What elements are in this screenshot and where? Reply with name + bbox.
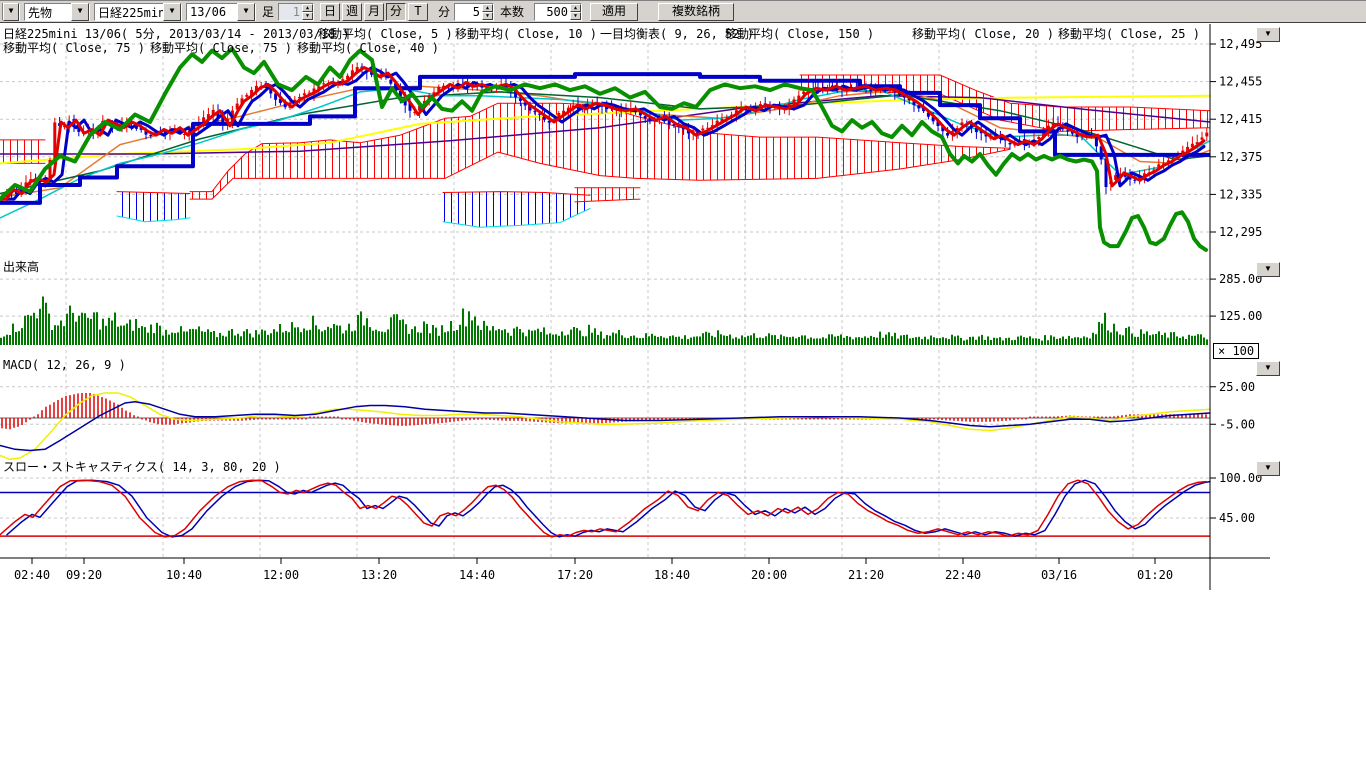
chart-canvas: 12,49512,45512,41512,37512,33512,295285.… [0, 0, 1366, 768]
legend-ma75-b: 移動平均( Close, 75 ) [150, 39, 292, 56]
time-axis-label: 01:20 [1137, 568, 1173, 582]
legend-ma20: 移動平均( Close, 20 ) [912, 25, 1054, 42]
volume-panel-label: 出来高 [3, 258, 39, 275]
time-axis-label: 09:20 [66, 568, 102, 582]
stoch-panel-label: スロー・ストキャスティクス( 14, 3, 80, 20 ) [3, 458, 281, 475]
volume-panel-menu-button[interactable]: ▼ [1256, 262, 1280, 277]
legend-ma10: 移動平均( Close, 10 ) [455, 25, 597, 42]
legend-ma150: 移動平均( Close, 150 ) [725, 25, 874, 42]
legend-ma40: 移動平均( Close, 40 ) [297, 39, 439, 56]
time-axis-label: 10:40 [166, 568, 202, 582]
time-axis-label: 14:40 [459, 568, 495, 582]
macd-tick-label: 25.00 [1219, 380, 1255, 394]
time-axis-label: 03/16 [1041, 568, 1077, 582]
price-tick-label: 12,295 [1219, 225, 1262, 239]
macd-tick-label: -5.00 [1219, 417, 1255, 431]
time-axis-label: 17:20 [557, 568, 593, 582]
time-axis-label: 13:20 [361, 568, 397, 582]
time-axis-label: 12:00 [263, 568, 299, 582]
time-axis-label: 20:00 [751, 568, 787, 582]
price-tick-label: 12,375 [1219, 150, 1262, 164]
price-tick-label: 12,415 [1219, 112, 1262, 126]
chart-application-window: { "toolbar": { "mini_combo_arrow": "▼", … [0, 0, 1366, 768]
macd-panel-menu-button[interactable]: ▼ [1256, 361, 1280, 376]
volume-tick-label: 125.00 [1219, 309, 1262, 323]
legend-ma75-a: 移動平均( Close, 75 ) [3, 39, 145, 56]
stoch-panel-menu-button[interactable]: ▼ [1256, 461, 1280, 476]
time-axis-label: 21:20 [848, 568, 884, 582]
time-axis-label: 22:40 [945, 568, 981, 582]
price-panel-menu-button[interactable]: ▼ [1256, 27, 1280, 42]
macd-panel-label: MACD( 12, 26, 9 ) [3, 358, 126, 372]
time-axis-label: 18:40 [654, 568, 690, 582]
time-axis-label: 02:40 [14, 568, 50, 582]
price-tick-label: 12,335 [1219, 187, 1262, 201]
stoch-tick-label: 45.00 [1219, 511, 1255, 525]
volume-multiplier-badge: × 100 [1213, 343, 1259, 359]
legend-ma25: 移動平均( Close, 25 ) [1058, 25, 1200, 42]
price-tick-label: 12,455 [1219, 75, 1262, 89]
